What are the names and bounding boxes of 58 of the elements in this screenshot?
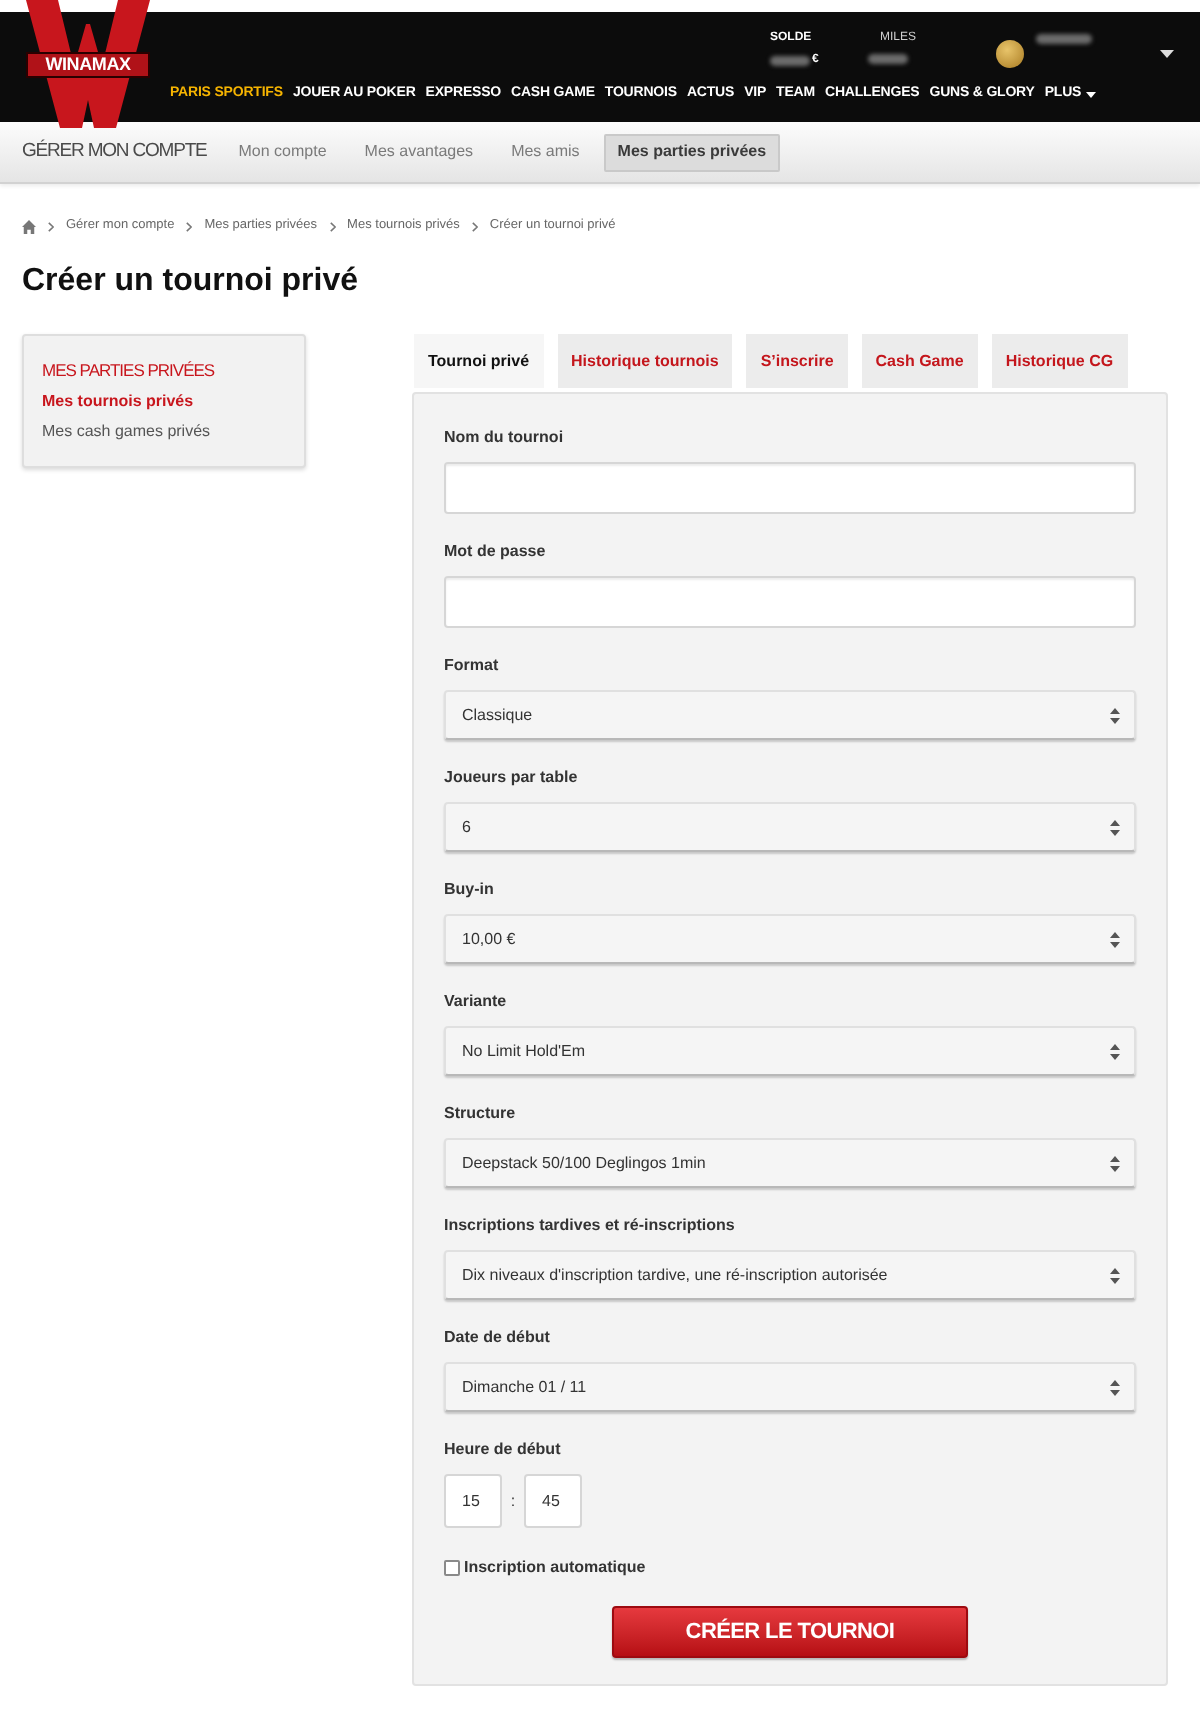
tab[interactable]: Cash Game [861, 334, 978, 388]
select-arrows-icon [1110, 931, 1120, 947]
select-field[interactable]: Deepstack 50/100 Deglingos 1min [444, 1138, 1136, 1188]
field-label: Inscriptions tardives et ré-inscriptions [444, 1214, 735, 1238]
chevron-right-icon [329, 221, 336, 231]
select-field[interactable]: 10,00 € [444, 914, 1136, 964]
checkbox-label[interactable]: Inscription automatique [464, 1556, 646, 1580]
chevron-right-icon [471, 221, 478, 231]
sidebar-title: MES PARTIES PRIVÉES [42, 360, 215, 382]
blurred-value [770, 55, 810, 65]
select-arrows-icon [1110, 1043, 1120, 1059]
select-field[interactable]: Classique [444, 690, 1136, 740]
tab[interactable]: Tournoi privé [414, 334, 544, 388]
page-title: Créer un tournoi privé [22, 262, 359, 302]
select-arrows-icon [1110, 707, 1120, 723]
chevron-right-icon [48, 221, 54, 231]
tab[interactable]: S’inscrire [746, 334, 848, 388]
tab[interactable]: Historique CG [991, 334, 1128, 388]
sidebar-link[interactable]: Mes tournois privés [42, 390, 194, 412]
checkbox[interactable] [444, 1560, 460, 1576]
field-label: Buy-in [444, 878, 494, 902]
select-arrows-icon [1110, 1267, 1120, 1283]
select-arrows-icon [1110, 1155, 1120, 1171]
select-field[interactable]: No Limit Hold'Em [444, 1026, 1136, 1076]
select-arrows-icon [1110, 1379, 1120, 1395]
field-label: Mot de passe [444, 540, 546, 564]
text-input[interactable] [444, 576, 1136, 628]
hour-input[interactable]: 15 [444, 1474, 502, 1528]
select-arrows-icon [1110, 819, 1120, 835]
blurred-value [868, 54, 908, 64]
home-icon[interactable] [22, 219, 36, 233]
select-field[interactable]: Dimanche 01 / 11 [444, 1362, 1136, 1412]
logo-wordmark[interactable]: WINAMAX [26, 52, 150, 78]
account-nav-tab[interactable]: Mes avantages [350, 133, 488, 171]
create-tournament-button[interactable]: CRÉER LE TOURNOI [612, 1606, 968, 1658]
caret-down-icon [1085, 91, 1096, 97]
blurred-value [1036, 34, 1092, 44]
avatar-icon[interactable] [996, 40, 1024, 68]
field-label: Variante [444, 990, 507, 1014]
caret-down-icon[interactable] [1160, 50, 1174, 58]
field-label: Heure de début [444, 1438, 561, 1462]
field-label: Date de début [444, 1326, 550, 1350]
tab[interactable]: Historique tournois [557, 334, 733, 388]
time-separator: : [508, 1489, 518, 1513]
text-input[interactable] [444, 462, 1136, 514]
select-field[interactable]: Dix niveaux d'inscription tardive, une ré-inscription autorisée [444, 1250, 1136, 1300]
select-field[interactable]: 6 [444, 802, 1136, 852]
minute-input[interactable]: 45 [524, 1474, 582, 1528]
field-label: Joueurs par table [444, 766, 578, 790]
sidebar-link[interactable]: Mes cash games privés [42, 420, 211, 442]
field-label: Structure [444, 1102, 516, 1126]
chevron-right-icon [186, 221, 193, 231]
account-nav-title: GÉRER MON COMPTE [22, 137, 207, 166]
account-nav-tab[interactable]: Mes parties privées [603, 133, 781, 171]
field-label: Format [444, 654, 499, 678]
field-label: Nom du tournoi [444, 426, 564, 450]
account-nav-tab[interactable]: Mes amis [497, 133, 594, 171]
account-nav-tab[interactable]: Mon compte [224, 133, 341, 171]
